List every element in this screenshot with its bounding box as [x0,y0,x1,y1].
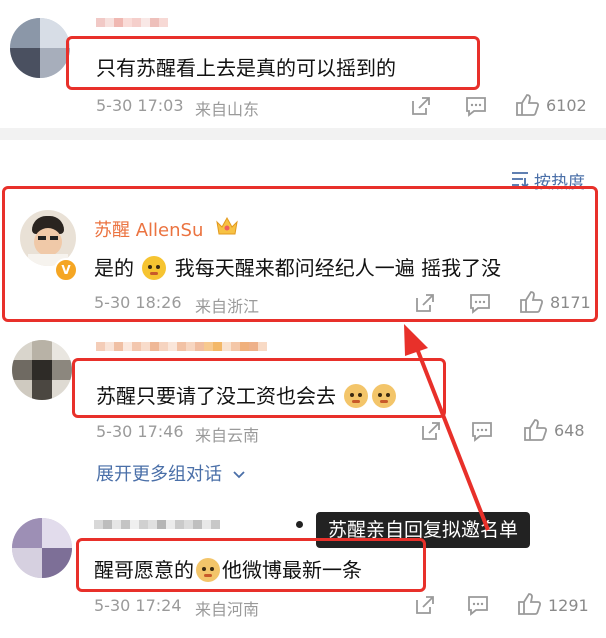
highlight-box [2,186,598,322]
comment-date: 5-30 17:24 [94,596,182,615]
like-icon[interactable] [522,418,548,442]
avatar[interactable] [12,518,72,578]
share-icon[interactable] [420,420,442,442]
like-count: 6102 [546,96,587,115]
comment-icon[interactable] [466,594,490,616]
comment-icon[interactable] [470,420,494,442]
annotation-dot [296,521,303,528]
expand-conversation-link[interactable]: 展开更多组对话 [96,460,246,486]
like-icon[interactable] [514,93,540,117]
like-icon[interactable] [516,592,542,616]
highlight-box [72,358,446,418]
like-count: 1291 [548,596,589,615]
comment-location: 来自云南 [195,426,260,445]
avatar[interactable] [10,18,70,78]
comment-date: 5-30 17:03 [96,96,184,115]
username-mosaic [94,520,220,529]
highlight-box [66,36,480,90]
comment-date: 5-30 17:46 [96,422,184,441]
username-mosaic [96,342,267,351]
avatar[interactable] [12,340,72,400]
like-count: 648 [554,421,585,440]
share-icon[interactable] [410,95,432,117]
comment-icon[interactable] [464,95,488,117]
comment-location: 来自河南 [195,600,260,619]
username-mosaic [96,18,168,27]
chevron-down-icon [233,471,245,479]
highlight-box [76,538,426,592]
comment-location: 来自山东 [195,100,260,119]
expand-conversation-label: 展开更多组对话 [96,464,222,485]
share-icon[interactable] [414,594,436,616]
section-divider [0,128,606,140]
